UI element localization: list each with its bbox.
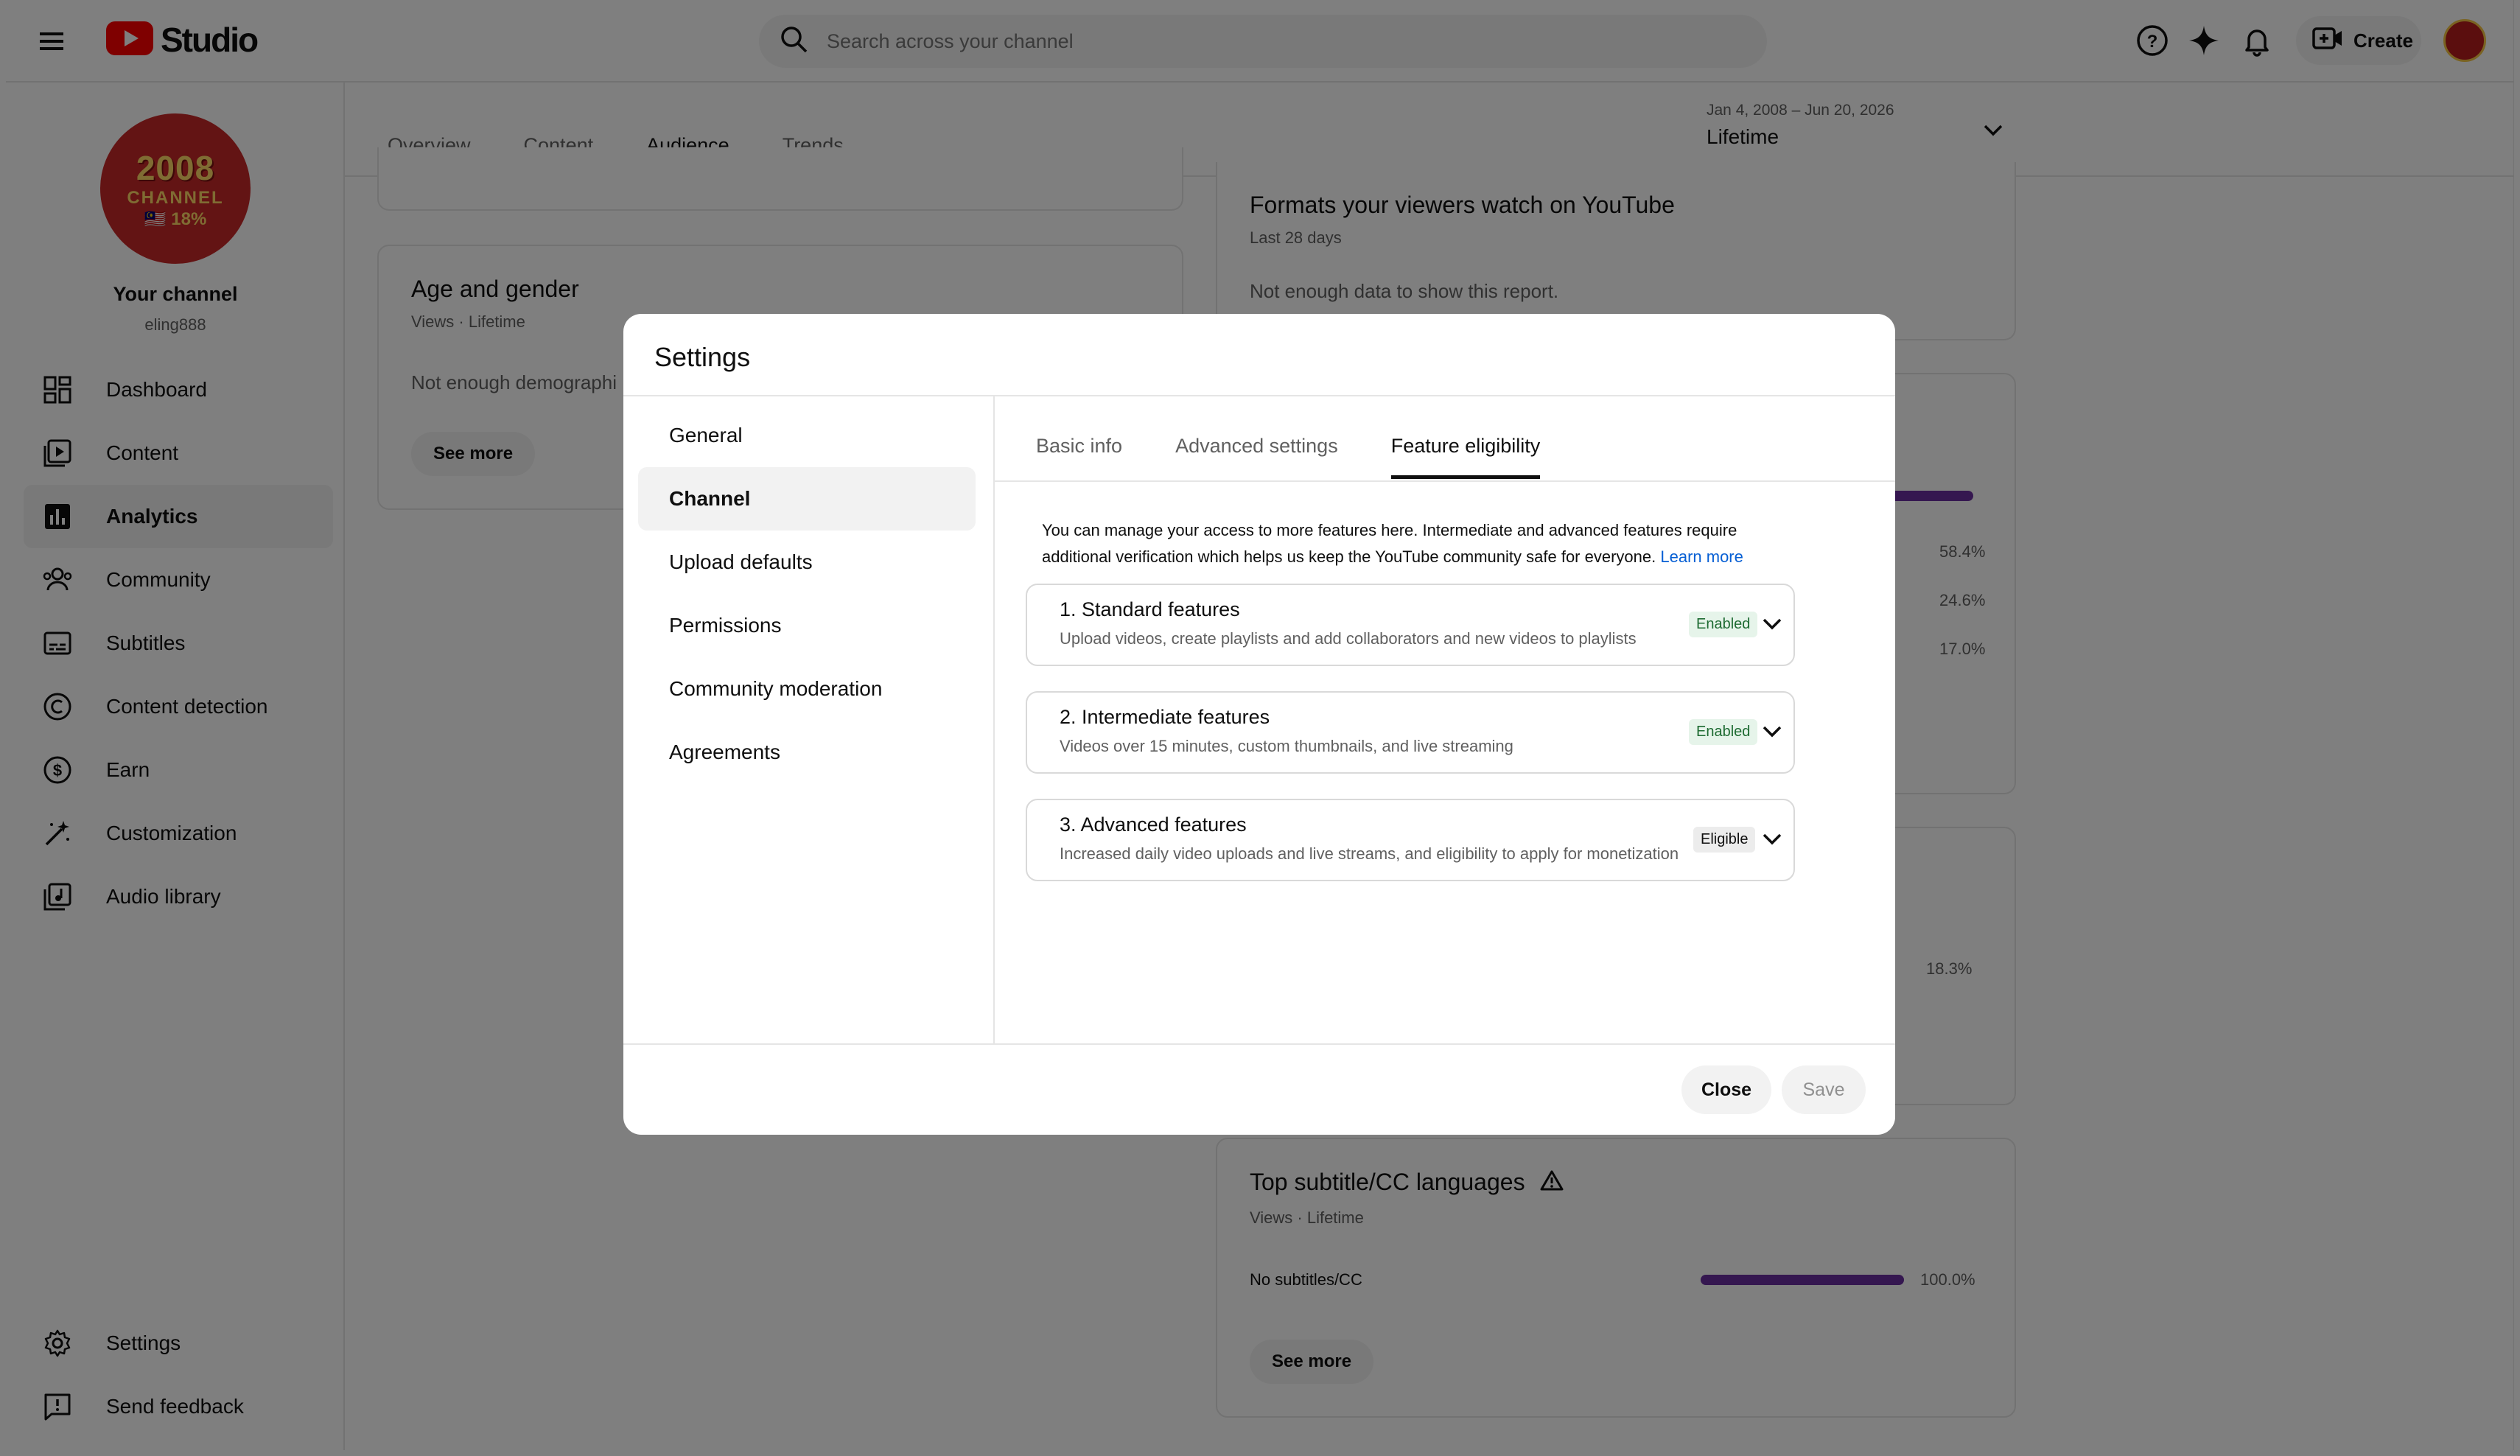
save-button[interactable]: Save — [1782, 1065, 1866, 1114]
feature-standard[interactable]: 1. Standard features Upload videos, crea… — [1026, 584, 1795, 666]
status-badge: Eligible — [1693, 827, 1756, 853]
chevron-down-icon[interactable] — [1760, 827, 1785, 855]
settings-nav-community-moderation[interactable]: Community moderation — [638, 657, 976, 721]
tab-basic-info[interactable]: Basic info — [1036, 435, 1122, 479]
settings-nav-general[interactable]: General — [638, 404, 976, 467]
feature-title: 3. Advanced features — [1060, 813, 1247, 836]
settings-nav-upload-defaults[interactable]: Upload defaults — [638, 531, 976, 594]
settings-dialog: Settings General Channel Upload defaults… — [623, 314, 1895, 1135]
dialog-title: Settings — [654, 342, 751, 372]
status-badge: Enabled — [1689, 719, 1758, 745]
feature-description: Upload videos, create playlists and add … — [1060, 629, 1637, 648]
channel-settings-tabs: Basic info Advanced settings Feature eli… — [1036, 435, 1593, 479]
divider — [623, 1043, 1895, 1045]
tab-advanced-settings[interactable]: Advanced settings — [1175, 435, 1338, 479]
feature-title: 2. Intermediate features — [1060, 706, 1270, 728]
intro-text: You can manage your access to more featu… — [1042, 521, 1737, 566]
learn-more-link[interactable]: Learn more — [1660, 547, 1743, 566]
feature-title: 1. Standard features — [1060, 598, 1240, 620]
feature-eligibility-intro: You can manage your access to more featu… — [1042, 517, 1786, 570]
chevron-down-icon[interactable] — [1760, 719, 1785, 748]
feature-advanced[interactable]: 3. Advanced features Increased daily vid… — [1026, 799, 1795, 881]
status-badge: Enabled — [1689, 612, 1758, 637]
feature-intermediate[interactable]: 2. Intermediate features Videos over 15 … — [1026, 691, 1795, 774]
feature-description: Increased daily video uploads and live s… — [1060, 844, 1679, 863]
settings-nav-channel[interactable]: Channel — [638, 467, 976, 531]
chevron-down-icon[interactable] — [1760, 612, 1785, 640]
settings-nav-agreements[interactable]: Agreements — [638, 721, 976, 784]
feature-description: Videos over 15 minutes, custom thumbnail… — [1060, 737, 1513, 755]
tab-feature-eligibility[interactable]: Feature eligibility — [1390, 435, 1541, 479]
close-button[interactable]: Close — [1681, 1065, 1771, 1114]
settings-nav-permissions[interactable]: Permissions — [638, 594, 976, 657]
settings-nav: General Channel Upload defaults Permissi… — [623, 395, 995, 1043]
divider — [995, 480, 1895, 482]
